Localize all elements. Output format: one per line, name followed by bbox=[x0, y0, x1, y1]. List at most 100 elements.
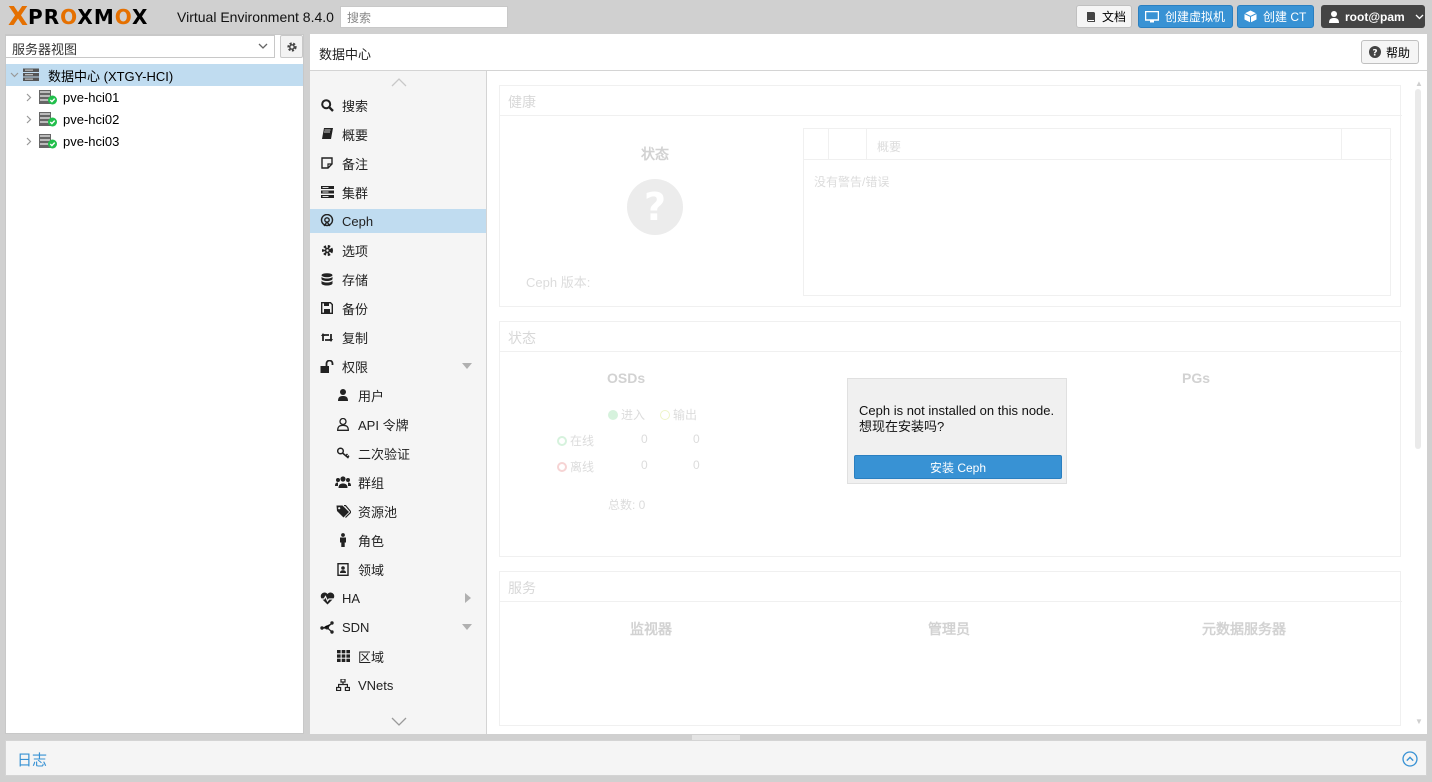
divider bbox=[500, 601, 1402, 602]
nav-item-sdn[interactable]: SDN bbox=[310, 615, 486, 639]
expand-caret-icon[interactable] bbox=[465, 593, 471, 603]
nav-item-storage[interactable]: 存储 bbox=[310, 267, 486, 291]
arrow-circle-up-icon bbox=[557, 435, 567, 446]
osds-label: OSDs bbox=[607, 370, 646, 386]
managers-label: 管理员 bbox=[928, 621, 970, 637]
version-label: Virtual Environment 8.4.0 bbox=[177, 9, 334, 25]
circle-outline-icon bbox=[660, 409, 670, 420]
divider bbox=[500, 115, 1402, 116]
address-book-icon bbox=[335, 561, 351, 577]
server-icon bbox=[319, 184, 335, 200]
health-title: 健康 bbox=[508, 94, 536, 110]
book-icon bbox=[319, 126, 335, 142]
scroll-up-icon[interactable] bbox=[391, 78, 407, 87]
osd-out-header: 输出 bbox=[660, 406, 697, 423]
node-online-icon bbox=[38, 89, 58, 105]
services-panel: 服务 监视器 管理员 元数据服务器 bbox=[499, 571, 1402, 726]
collapse-caret-icon[interactable] bbox=[462, 624, 472, 630]
content-header: 数据中心 bbox=[310, 34, 1427, 71]
svg-text:?: ? bbox=[644, 185, 666, 229]
question-circle-icon: ? bbox=[627, 179, 683, 235]
no-warnings-text: 没有警告/错误 bbox=[814, 175, 890, 189]
tree-settings-button[interactable] bbox=[280, 35, 303, 58]
ceph-version-label: Ceph 版本: bbox=[526, 275, 591, 290]
nav-item-zones[interactable]: 区域 bbox=[310, 644, 486, 668]
osd-down-row: 离线 bbox=[557, 458, 594, 475]
install-ceph-button[interactable]: 安装 Ceph bbox=[854, 455, 1062, 479]
nav-item-ceph[interactable]: Ceph bbox=[310, 209, 486, 233]
divider bbox=[500, 351, 1402, 352]
user-icon bbox=[335, 387, 351, 403]
question-circle-icon: ? bbox=[1369, 46, 1381, 58]
nav-item-permissions[interactable]: 权限 bbox=[310, 354, 486, 378]
services-title: 服务 bbox=[508, 580, 536, 596]
floppy-icon bbox=[319, 300, 335, 316]
create-vm-button[interactable]: 创建虚拟机 bbox=[1138, 5, 1233, 28]
content-scrollbar[interactable] bbox=[1415, 89, 1421, 449]
nav-item-summary[interactable]: 概要 bbox=[310, 122, 486, 146]
nav-item-realms[interactable]: 领域 bbox=[310, 557, 486, 581]
nav-item-vnets[interactable]: VNets bbox=[310, 673, 486, 697]
log-title: 日志 bbox=[17, 752, 48, 769]
nav-item-replication[interactable]: 复制 bbox=[310, 325, 486, 349]
search-icon bbox=[319, 97, 335, 113]
user-menu-button[interactable]: root@pam bbox=[1321, 5, 1425, 28]
user-icon bbox=[1329, 10, 1339, 23]
chevron-circle-up-icon[interactable] bbox=[1402, 751, 1418, 767]
health-panel: 健康 状态 ? Ceph 版本: 概要 没有警告/错误 bbox=[499, 85, 1402, 307]
user-outline-icon bbox=[335, 416, 351, 432]
nav-item-cluster[interactable]: 集群 bbox=[310, 180, 486, 204]
nav-item-ha[interactable]: HA bbox=[310, 586, 486, 610]
datacenter-icon bbox=[23, 68, 39, 81]
chevron-right-icon bbox=[26, 115, 32, 123]
tree-item-node[interactable]: pve-hci03 bbox=[26, 130, 119, 152]
nav-item-notes[interactable]: 备注 bbox=[310, 151, 486, 175]
nav-item-backup[interactable]: 备份 bbox=[310, 296, 486, 320]
collapse-caret-icon[interactable] bbox=[462, 363, 472, 369]
pgs-label: PGs bbox=[1182, 370, 1211, 386]
chevron-down-icon bbox=[1415, 14, 1424, 19]
nav-item-options[interactable]: 选项 bbox=[310, 238, 486, 262]
heartbeat-icon bbox=[319, 590, 335, 606]
tree-item-node[interactable]: pve-hci02 bbox=[26, 108, 119, 130]
tree-item-datacenter[interactable]: 数据中心 (XTGY-HCI) bbox=[6, 64, 303, 86]
node-online-icon bbox=[38, 111, 58, 127]
nav-item-api-tokens[interactable]: API 令牌 bbox=[310, 412, 486, 436]
docs-button[interactable]: 文档 bbox=[1076, 5, 1132, 28]
scroll-up-arrow-icon[interactable]: ▲ bbox=[1415, 79, 1423, 88]
unlock-icon bbox=[319, 358, 335, 374]
nav-item-roles[interactable]: 角色 bbox=[310, 528, 486, 552]
help-button[interactable]: ? 帮助 bbox=[1361, 40, 1419, 64]
osd-down-in-count: 0 bbox=[641, 458, 648, 472]
view-selector[interactable]: 服务器视图 bbox=[5, 35, 275, 58]
tree-item-node[interactable]: pve-hci01 bbox=[26, 86, 119, 108]
nav-item-groups[interactable]: 群组 bbox=[310, 470, 486, 494]
ceph-icon bbox=[319, 213, 335, 229]
osd-up-out-count: 0 bbox=[693, 432, 700, 446]
chevron-down-icon bbox=[258, 43, 268, 49]
sitemap-icon bbox=[335, 677, 351, 693]
scroll-down-icon[interactable] bbox=[391, 717, 407, 726]
proxmox-logo: X PROXMOX bbox=[8, 2, 149, 32]
scroll-down-arrow-icon[interactable]: ▼ bbox=[1415, 717, 1423, 726]
osd-total: 总数: 0 bbox=[608, 498, 646, 512]
top-bar: X PROXMOX Virtual Environment 8.4.0 搜索 文… bbox=[0, 0, 1432, 34]
key-icon bbox=[335, 445, 351, 461]
logo-x: X bbox=[8, 2, 29, 32]
create-ct-button[interactable]: 创建 CT bbox=[1237, 5, 1314, 28]
book-icon bbox=[1087, 11, 1095, 22]
search-input[interactable]: 搜索 bbox=[340, 6, 508, 28]
chevron-right-icon bbox=[26, 137, 32, 145]
users-icon bbox=[335, 474, 351, 490]
mds-label: 元数据服务器 bbox=[1202, 621, 1286, 637]
tags-icon bbox=[335, 503, 351, 519]
osd-in-header: 进入 bbox=[608, 406, 645, 423]
nav-item-users[interactable]: 用户 bbox=[310, 383, 486, 407]
config-nav-menu: 搜索 概要 备注 集群 Ceph 选项 存储 备份 复制 权限 用户 API 令… bbox=[310, 71, 487, 734]
nav-item-search[interactable]: 搜索 bbox=[310, 93, 486, 117]
gear-icon bbox=[319, 242, 335, 258]
nav-item-pools[interactable]: 资源池 bbox=[310, 499, 486, 523]
nav-item-two-factor[interactable]: 二次验证 bbox=[310, 441, 486, 465]
chevron-right-icon bbox=[26, 93, 32, 101]
gear-icon bbox=[286, 41, 297, 52]
